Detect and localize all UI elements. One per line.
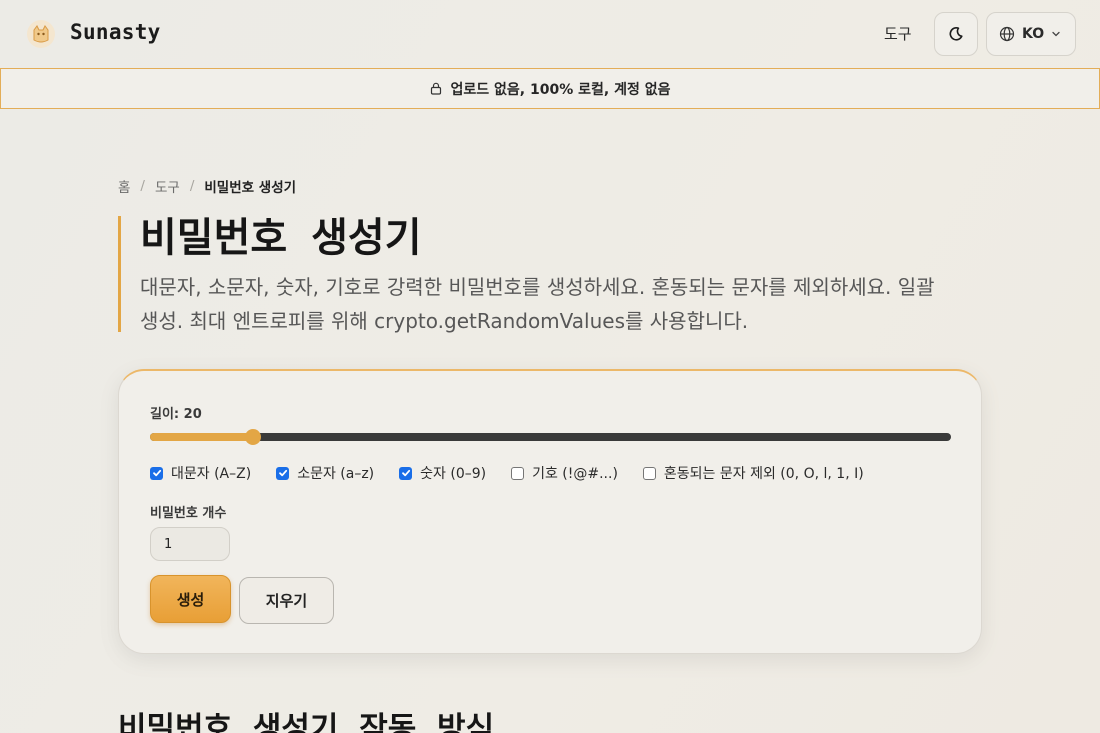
chevron-down-icon xyxy=(1052,31,1060,37)
slider-fill xyxy=(150,433,254,441)
breadcrumb-separator: / xyxy=(140,178,145,194)
site-header: Sunasty 도구 KO xyxy=(0,0,1100,68)
banner-text: 업로드 없음, 100% 로컬, 계정 없음 xyxy=(450,81,671,98)
character-options: 대문자 (A–Z) 소문자 (a–z) 숫자 (0–9) 기호 (!@#...) 혼동되… xyxy=(150,463,889,483)
checkbox-unchecked[interactable] xyxy=(642,466,656,480)
option-item[interactable]: 숫자 (0–9) xyxy=(399,463,486,483)
language-select[interactable]: KO xyxy=(986,12,1076,56)
moon-icon xyxy=(949,26,963,41)
checkbox-checked[interactable] xyxy=(150,466,163,480)
clear-button[interactable]: 지우기 xyxy=(239,577,334,624)
option-item[interactable]: 대문자 (A–Z) xyxy=(150,463,251,483)
generate-button[interactable]: 생성 xyxy=(150,575,231,623)
nav-link-tools[interactable]: 도구 xyxy=(884,23,912,44)
globe-icon xyxy=(999,26,1015,42)
option-label: 혼동되는 문자 제외 (0, O, l, 1, I) xyxy=(663,466,864,482)
breadcrumb-home[interactable]: 홈 xyxy=(118,176,130,196)
page-description: 대문자, 소문자, 숫자, 기호로 강력한 비밀번호를 생성하세요. 혼동되는 … xyxy=(140,275,935,333)
language-label: KO xyxy=(1022,26,1045,42)
checkbox-checked[interactable] xyxy=(276,466,290,480)
breadcrumb-current: 비밀번호 생성기 xyxy=(204,180,297,196)
option-label: 대문자 (A–Z) xyxy=(171,466,252,482)
option-label: 소문자 (a–z) xyxy=(297,466,375,482)
slider-thumb[interactable] xyxy=(245,429,262,445)
breadcrumb: 홈 / 도구 / 비밀번호 생성기 xyxy=(118,176,296,196)
page-title: 비밀번호 생성기 xyxy=(140,215,422,261)
length-label: 길이: 20 xyxy=(150,407,202,422)
theme-toggle-button[interactable] xyxy=(934,12,978,56)
section-heading: 비밀번호 생성기 작동 방식 xyxy=(118,711,495,733)
breadcrumb-separator: / xyxy=(189,178,195,194)
option-label: 숫자 (0–9) xyxy=(420,466,487,482)
checkbox-unchecked[interactable] xyxy=(511,466,525,480)
option-item[interactable]: 소문자 (a–z) xyxy=(276,463,374,483)
option-item[interactable]: 기호 (!@#...) xyxy=(511,463,618,483)
breadcrumb-tools[interactable]: 도구 xyxy=(155,176,180,196)
length-slider[interactable] xyxy=(150,429,951,445)
count-label: 비밀번호 개수 xyxy=(150,506,227,521)
page-header: 비밀번호 생성기 대문자, 소문자, 숫자, 기호로 강력한 비밀번호를 생성하… xyxy=(118,215,958,333)
generator-card: 길이: 20 대문자 (A–Z) 소문자 (a–z) 숫자 (0–9) 기호 (!@#… xyxy=(118,369,982,654)
privacy-banner: 업로드 없음, 100% 로컬, 계정 없음 xyxy=(0,68,1100,109)
option-item[interactable]: 혼동되는 문자 제외 (0, O, l, 1, I) xyxy=(642,463,864,483)
fox-logo-icon[interactable] xyxy=(26,19,56,49)
lock-icon xyxy=(430,82,441,95)
option-label: 기호 (!@#...) xyxy=(532,466,618,482)
slider-track xyxy=(150,433,951,441)
checkbox-checked[interactable] xyxy=(399,466,413,480)
count-input[interactable] xyxy=(150,527,230,561)
brand-name[interactable]: Sunasty xyxy=(70,20,161,44)
